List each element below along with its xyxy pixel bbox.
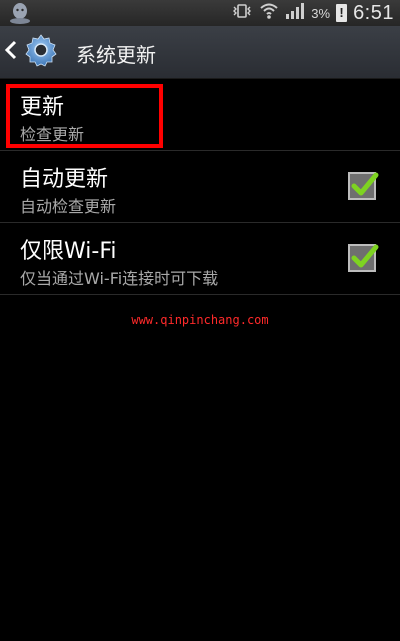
back-chevron-icon xyxy=(4,40,18,64)
settings-gear-icon xyxy=(24,33,58,71)
status-bar: 3% ! 6:51 xyxy=(0,0,400,26)
vibrate-icon xyxy=(231,3,253,23)
wifi-only-checkbox[interactable] xyxy=(348,244,379,272)
signal-icon xyxy=(285,2,305,24)
action-bar: 系统更新 xyxy=(0,26,400,79)
settings-item-title: 自动更新 xyxy=(20,167,109,192)
settings-item-wifi-only[interactable]: 仅限Wi-Fi 仅当通过Wi-Fi连接时可下载 xyxy=(0,223,400,295)
status-icons: 3% ! 6:51 xyxy=(231,0,394,26)
settings-item-subtitle: 检查更新 xyxy=(20,125,85,144)
watermark-text: www.qinpinchang.com xyxy=(131,313,269,327)
settings-list: 更新 检查更新 自动更新 自动检查更新 仅限Wi-Fi 仅当通过Wi-Fi连接时… xyxy=(0,79,400,295)
back-button[interactable] xyxy=(4,26,68,78)
notification-app-icon xyxy=(8,2,32,28)
battery-percent: 3% xyxy=(311,5,331,21)
clock: 6:51 xyxy=(353,1,394,24)
settings-item-subtitle: 仅当通过Wi-Fi连接时可下载 xyxy=(20,269,219,288)
battery-alert-icon: ! xyxy=(336,4,348,22)
settings-item-title: 仅限Wi-Fi xyxy=(20,239,117,264)
settings-item-auto-update[interactable]: 自动更新 自动检查更新 xyxy=(0,151,400,223)
auto-update-checkbox[interactable] xyxy=(348,172,379,200)
settings-item-subtitle: 自动检查更新 xyxy=(20,197,117,216)
page-title: 系统更新 xyxy=(76,43,156,67)
settings-item-title: 更新 xyxy=(20,95,65,120)
wifi-icon xyxy=(259,2,279,24)
settings-item-update[interactable]: 更新 检查更新 xyxy=(0,79,400,151)
screen: 3% ! 6:51 系统更新 更新 检查更新 自动更新 自动检查更新 仅限Wi-… xyxy=(0,0,400,641)
battery-alert-mark: ! xyxy=(339,5,344,20)
